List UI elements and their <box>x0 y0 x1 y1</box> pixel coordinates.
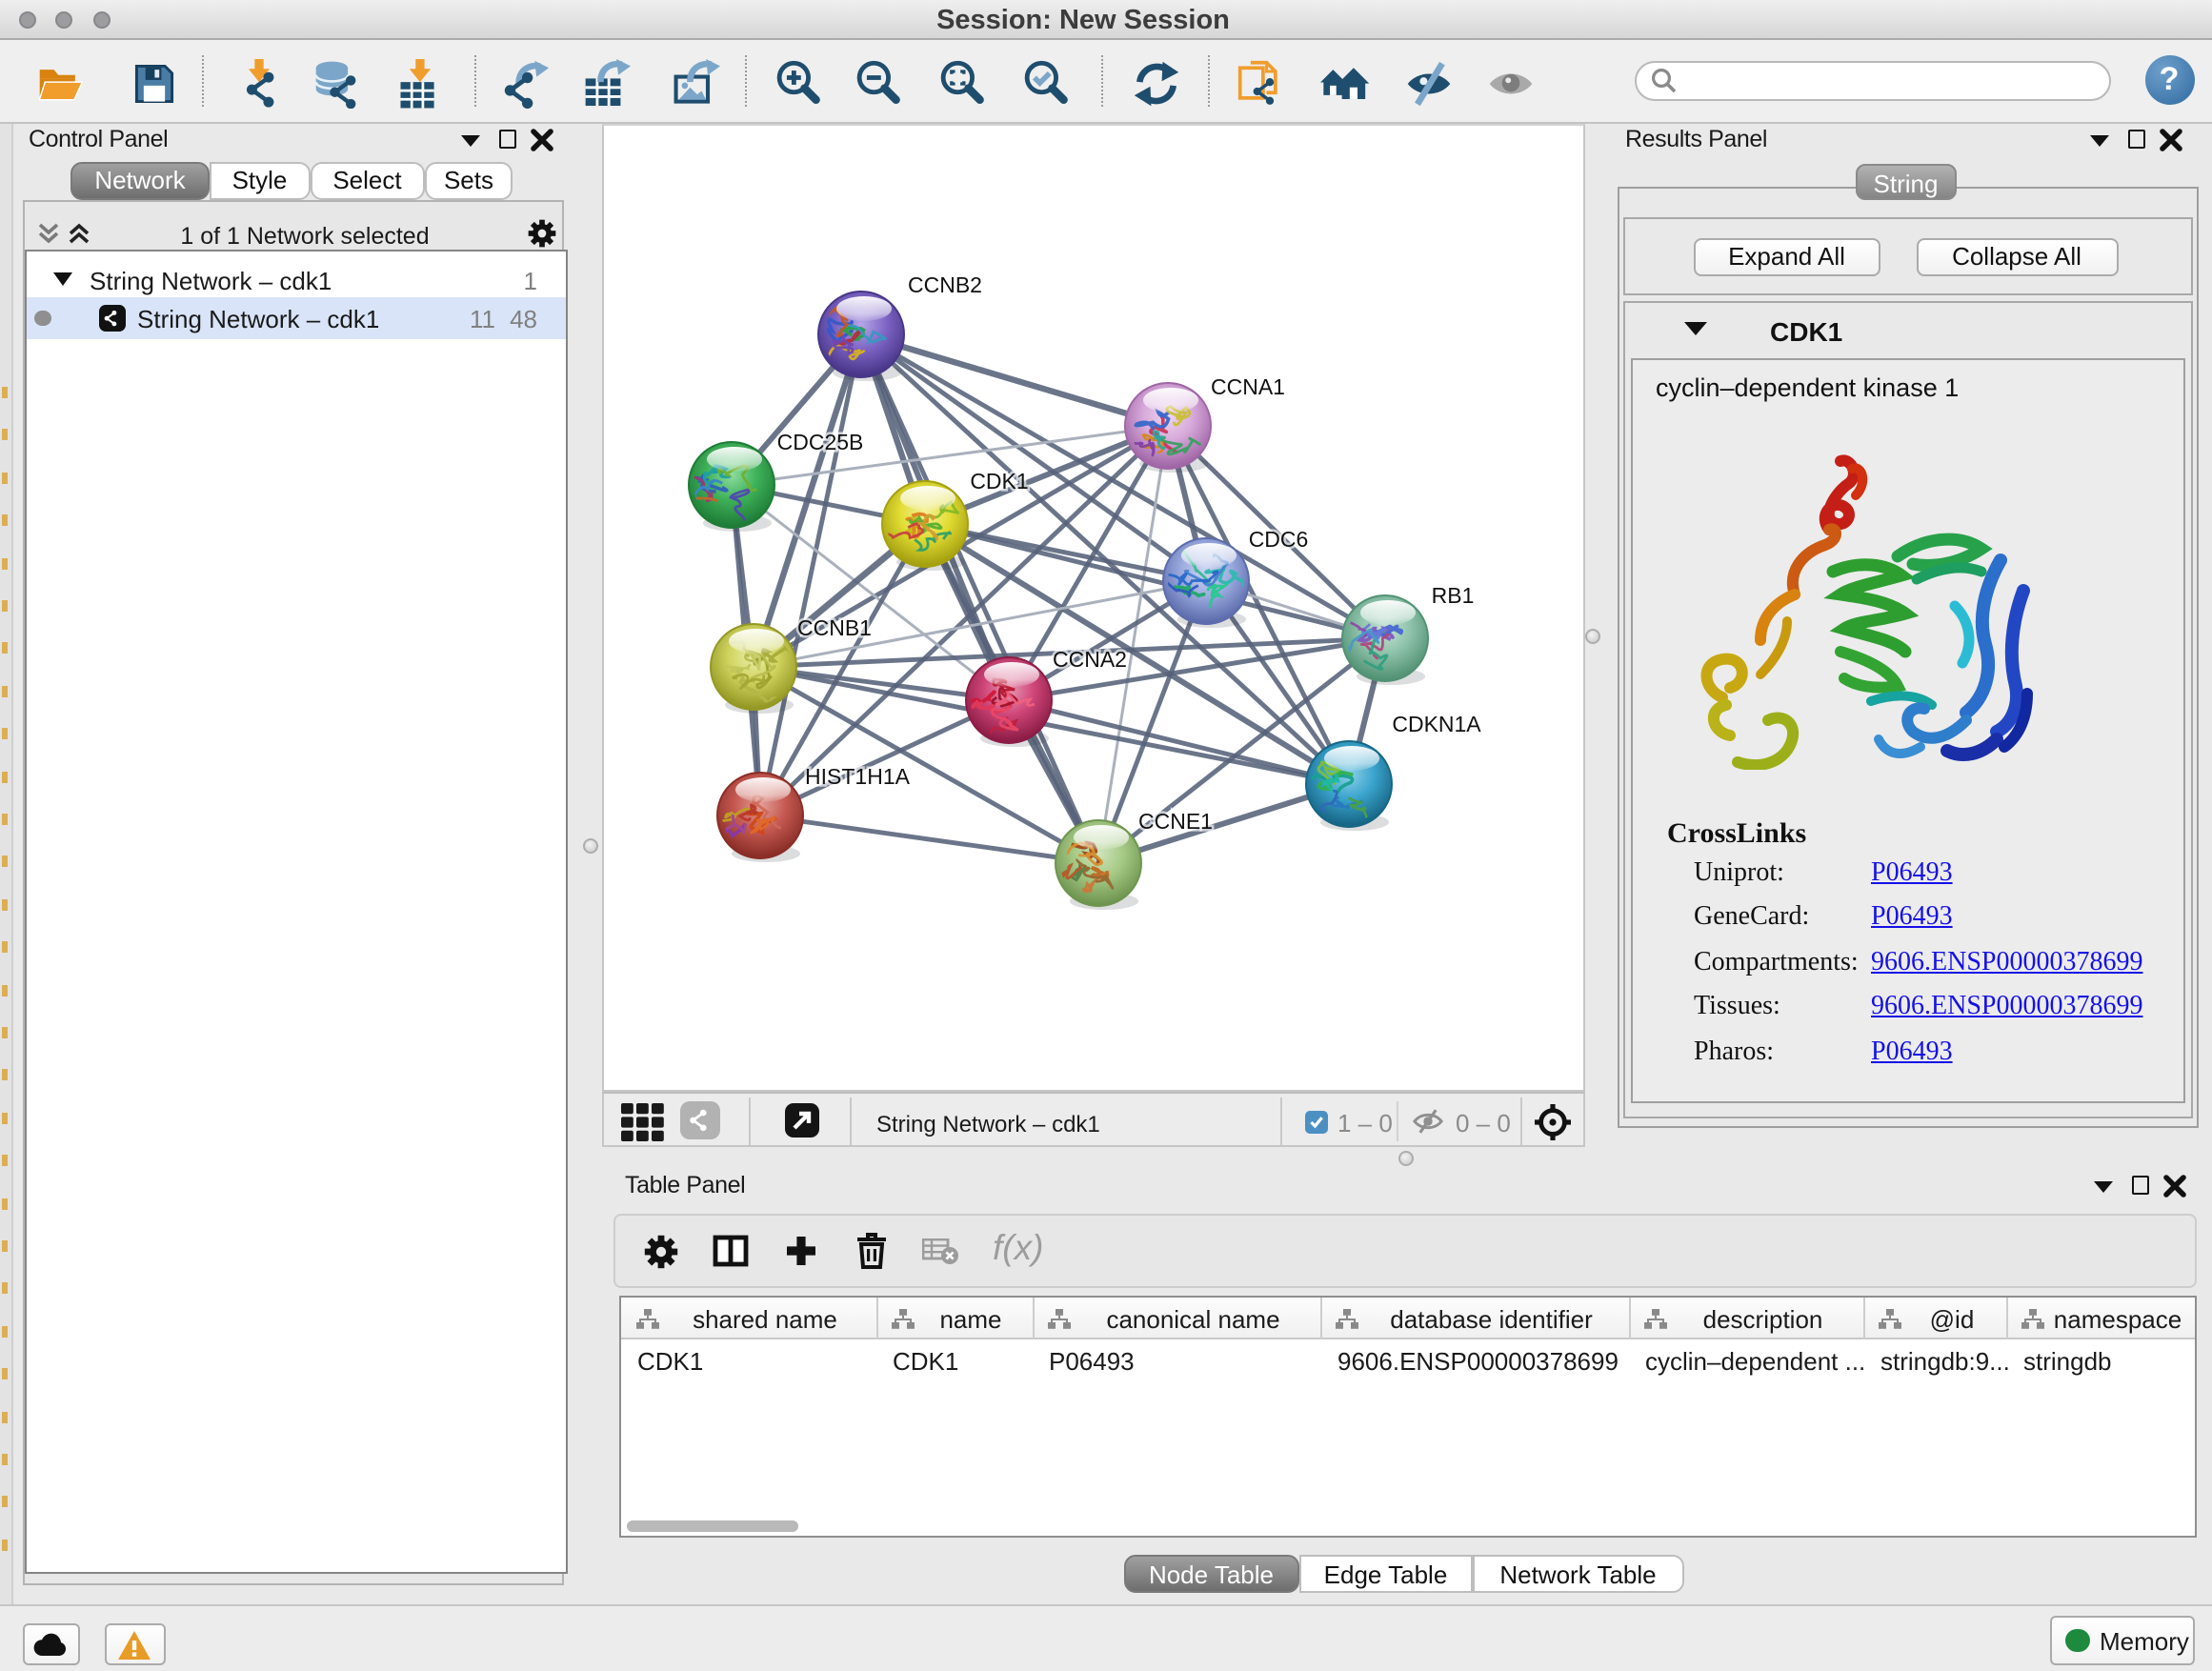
svg-text:CCNB2: CCNB2 <box>908 272 982 297</box>
svg-text:CCNA2: CCNA2 <box>1053 647 1127 672</box>
svg-text:CCNE1: CCNE1 <box>1138 809 1213 834</box>
svg-text:CDC6: CDC6 <box>1249 527 1309 552</box>
svg-text:HIST1H1A: HIST1H1A <box>805 764 911 789</box>
svg-text:CDKN1A: CDKN1A <box>1392 712 1481 736</box>
svg-text:CCNA1: CCNA1 <box>1211 374 1285 399</box>
svg-text:CDC25B: CDC25B <box>777 430 864 454</box>
svg-text:RB1: RB1 <box>1432 583 1475 608</box>
svg-text:CDK1: CDK1 <box>970 469 1028 493</box>
svg-text:CCNB1: CCNB1 <box>797 615 872 640</box>
